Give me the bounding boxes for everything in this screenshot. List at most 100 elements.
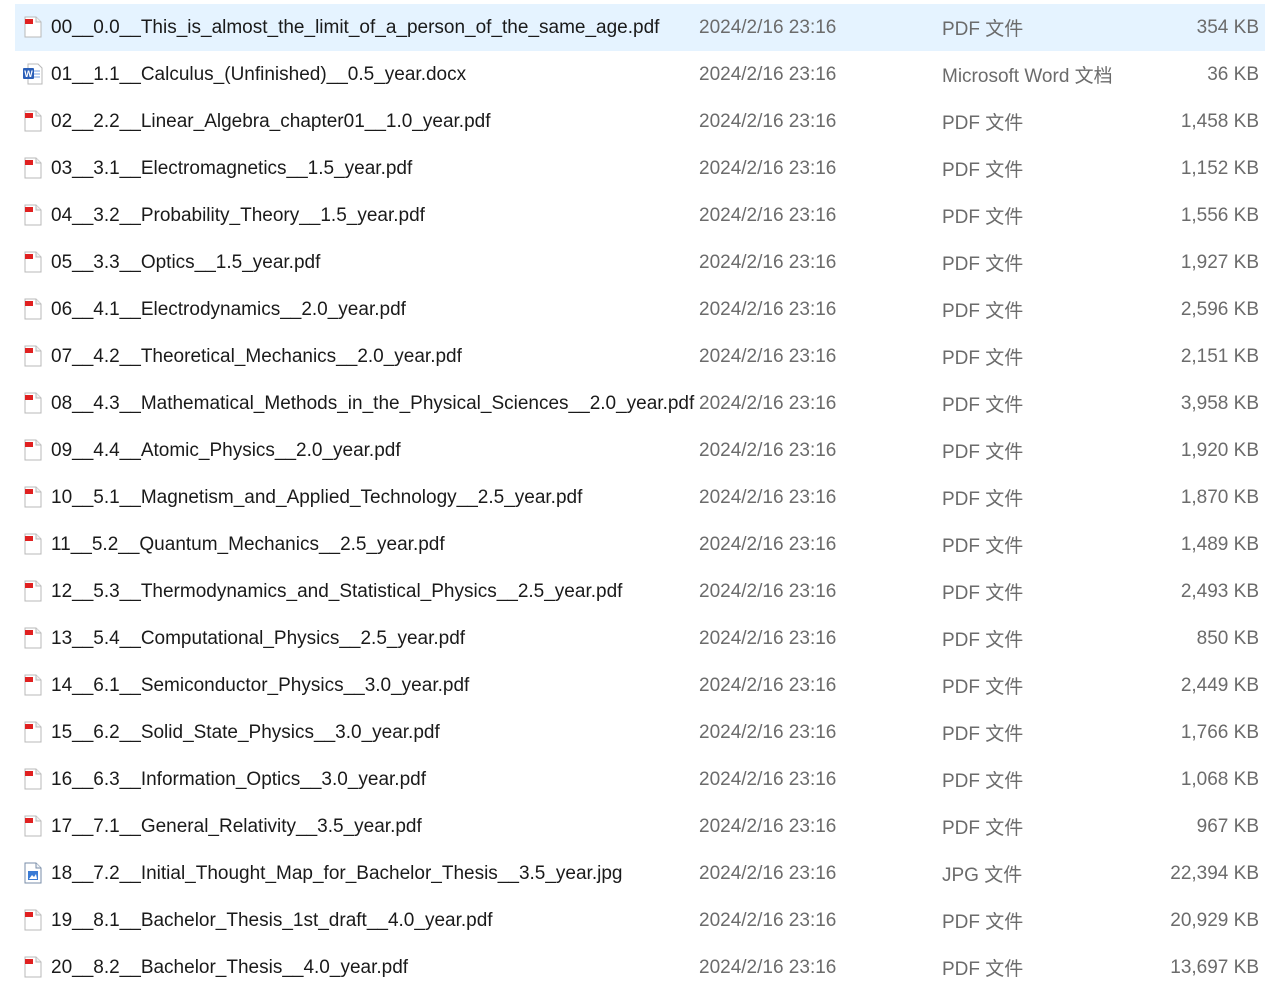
pdf-file-icon <box>23 909 43 931</box>
file-size: 1,068 KB <box>1180 768 1259 790</box>
file-type: JPG 文件 <box>942 865 1023 886</box>
file-row[interactable]: 18__7.2__Initial_Thought_Map_for_Bachelo… <box>15 850 1265 897</box>
file-row[interactable]: 00__0.0__This_is_almost_the_limit_of_a_p… <box>15 4 1265 51</box>
file-size: 354 KB <box>1196 16 1259 38</box>
file-modified-date: 2024/2/16 23:16 <box>699 862 837 884</box>
file-modified-date: 2024/2/16 23:16 <box>699 815 837 837</box>
file-name: 00__0.0__This_is_almost_the_limit_of_a_p… <box>51 16 660 38</box>
file-type: PDF 文件 <box>942 536 1024 557</box>
file-modified-date: 2024/2/16 23:16 <box>699 674 837 696</box>
file-size: 1,920 KB <box>1180 439 1259 461</box>
file-modified-date: 2024/2/16 23:16 <box>699 110 837 132</box>
file-size: 36 KB <box>1207 63 1259 85</box>
pdf-file-icon <box>23 439 43 461</box>
file-modified-date: 2024/2/16 23:16 <box>699 580 837 602</box>
pdf-file-icon <box>23 768 43 790</box>
file-row[interactable]: 07__4.2__Theoretical_Mechanics__2.0_year… <box>15 333 1265 380</box>
pdf-file-icon <box>23 580 43 602</box>
file-row[interactable]: 08__4.3__Mathematical_Methods_in_the_Phy… <box>15 380 1265 427</box>
file-size: 3,958 KB <box>1180 392 1259 414</box>
pdf-file-icon <box>23 674 43 696</box>
file-name: 08__4.3__Mathematical_Methods_in_the_Phy… <box>51 392 695 414</box>
pdf-file-icon <box>23 251 43 273</box>
file-modified-date: 2024/2/16 23:16 <box>699 627 837 649</box>
file-name: 02__2.2__Linear_Algebra_chapter01__1.0_y… <box>51 110 491 132</box>
file-row[interactable]: 14__6.1__Semiconductor_Physics__3.0_year… <box>15 662 1265 709</box>
file-row[interactable]: 19__8.1__Bachelor_Thesis_1st_draft__4.0_… <box>15 897 1265 944</box>
file-name: 12__5.3__Thermodynamics_and_Statistical_… <box>51 580 623 602</box>
file-size: 1,766 KB <box>1180 721 1259 743</box>
file-row[interactable]: 15__6.2__Solid_State_Physics__3.0_year.p… <box>15 709 1265 756</box>
file-modified-date: 2024/2/16 23:16 <box>699 768 837 790</box>
file-row[interactable]: 16__6.3__Information_Optics__3.0_year.pd… <box>15 756 1265 803</box>
file-name: 14__6.1__Semiconductor_Physics__3.0_year… <box>51 674 470 696</box>
file-name: 16__6.3__Information_Optics__3.0_year.pd… <box>51 768 426 790</box>
file-row[interactable]: 02__2.2__Linear_Algebra_chapter01__1.0_y… <box>15 98 1265 145</box>
file-type: PDF 文件 <box>942 677 1024 698</box>
file-row[interactable]: W 01__1.1__Calculus_(Unfinished)__0.5_ye… <box>15 51 1265 98</box>
pdf-file-icon <box>23 627 43 649</box>
file-name: 06__4.1__Electrodynamics__2.0_year.pdf <box>51 298 406 320</box>
file-modified-date: 2024/2/16 23:16 <box>699 157 837 179</box>
file-type: PDF 文件 <box>942 160 1024 181</box>
file-size: 2,493 KB <box>1180 580 1259 602</box>
file-row[interactable]: 06__4.1__Electrodynamics__2.0_year.pdf 2… <box>15 286 1265 333</box>
file-name: 04__3.2__Probability_Theory__1.5_year.pd… <box>51 204 425 226</box>
file-modified-date: 2024/2/16 23:16 <box>699 251 837 273</box>
file-name: 18__7.2__Initial_Thought_Map_for_Bachelo… <box>51 862 623 884</box>
file-modified-date: 2024/2/16 23:16 <box>699 392 837 414</box>
pdf-file-icon <box>23 721 43 743</box>
file-name: 17__7.1__General_Relativity__3.5_year.pd… <box>51 815 422 837</box>
file-row[interactable]: 09__4.4__Atomic_Physics__2.0_year.pdf 20… <box>15 427 1265 474</box>
file-row[interactable]: 10__5.1__Magnetism_and_Applied_Technolog… <box>15 474 1265 521</box>
word-file-icon: W <box>23 63 43 85</box>
pdf-file-icon <box>23 110 43 132</box>
file-type: PDF 文件 <box>942 19 1024 40</box>
file-row[interactable]: 11__5.2__Quantum_Mechanics__2.5_year.pdf… <box>15 521 1265 568</box>
pdf-file-icon <box>23 392 43 414</box>
svg-text:W: W <box>24 69 33 79</box>
pdf-file-icon <box>23 157 43 179</box>
file-size: 2,151 KB <box>1180 345 1259 367</box>
file-row[interactable]: 04__3.2__Probability_Theory__1.5_year.pd… <box>15 192 1265 239</box>
file-row[interactable]: 05__3.3__Optics__1.5_year.pdf 2024/2/16 … <box>15 239 1265 286</box>
file-type: PDF 文件 <box>942 630 1024 651</box>
file-type: PDF 文件 <box>942 959 1024 980</box>
pdf-file-icon <box>23 345 43 367</box>
file-modified-date: 2024/2/16 23:16 <box>699 63 837 85</box>
file-size: 967 KB <box>1196 815 1259 837</box>
file-type: PDF 文件 <box>942 583 1024 604</box>
file-size: 1,152 KB <box>1180 157 1259 179</box>
file-size: 20,929 KB <box>1170 909 1259 931</box>
file-row[interactable]: 12__5.3__Thermodynamics_and_Statistical_… <box>15 568 1265 615</box>
file-row[interactable]: 17__7.1__General_Relativity__3.5_year.pd… <box>15 803 1265 850</box>
file-type: Microsoft Word 文档 <box>942 66 1113 87</box>
file-modified-date: 2024/2/16 23:16 <box>699 204 837 226</box>
file-list: 00__0.0__This_is_almost_the_limit_of_a_p… <box>0 4 1285 991</box>
file-type: PDF 文件 <box>942 207 1024 228</box>
file-name: 01__1.1__Calculus_(Unfinished)__0.5_year… <box>51 63 467 85</box>
image-file-icon <box>23 862 43 884</box>
file-modified-date: 2024/2/16 23:16 <box>699 16 837 38</box>
file-type: PDF 文件 <box>942 395 1024 416</box>
file-type: PDF 文件 <box>942 724 1024 745</box>
file-size: 1,489 KB <box>1180 533 1259 555</box>
pdf-file-icon <box>23 486 43 508</box>
file-type: PDF 文件 <box>942 912 1024 933</box>
file-modified-date: 2024/2/16 23:16 <box>699 439 837 461</box>
file-row[interactable]: 03__3.1__Electromagnetics__1.5_year.pdf … <box>15 145 1265 192</box>
pdf-file-icon <box>23 815 43 837</box>
file-type: PDF 文件 <box>942 489 1024 510</box>
file-row[interactable]: 13__5.4__Computational_Physics__2.5_year… <box>15 615 1265 662</box>
file-name: 13__5.4__Computational_Physics__2.5_year… <box>51 627 466 649</box>
file-type: PDF 文件 <box>942 113 1024 134</box>
file-modified-date: 2024/2/16 23:16 <box>699 533 837 555</box>
file-modified-date: 2024/2/16 23:16 <box>699 298 837 320</box>
file-name: 19__8.1__Bachelor_Thesis_1st_draft__4.0_… <box>51 909 493 931</box>
file-row[interactable]: 20__8.2__Bachelor_Thesis__4.0_year.pdf 2… <box>15 944 1265 991</box>
file-size: 1,458 KB <box>1180 110 1259 132</box>
file-modified-date: 2024/2/16 23:16 <box>699 721 837 743</box>
file-size: 1,927 KB <box>1180 251 1259 273</box>
file-type: PDF 文件 <box>942 771 1024 792</box>
file-name: 09__4.4__Atomic_Physics__2.0_year.pdf <box>51 439 401 461</box>
